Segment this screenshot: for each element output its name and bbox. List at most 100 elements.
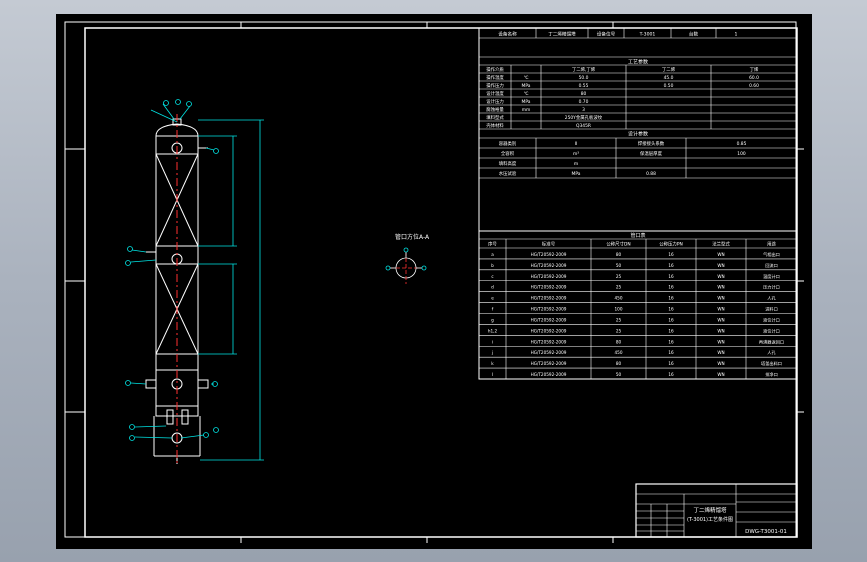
balloon-c <box>186 101 192 107</box>
nozzle-cell: f <box>492 307 494 312</box>
nozzle-cell: 25 <box>616 285 622 290</box>
process-cell: 丁二烯 <box>662 66 676 73</box>
nozzle-cell: a <box>491 252 494 257</box>
spec-cell: 全容积 <box>501 150 515 157</box>
nozzle-cell: HG/T20592-2009 <box>531 285 567 290</box>
spec-cell: 0.88 <box>646 171 656 177</box>
nozzle-cell: 25 <box>616 274 622 279</box>
nozzle-cell: 16 <box>668 263 674 268</box>
process-cell: 操作温度 <box>486 74 504 81</box>
nozzle-cell: WN <box>717 317 724 322</box>
process-cell: 0.60 <box>749 83 759 89</box>
nozzle-column-header: 标准号 <box>542 241 556 248</box>
nozzle-cell: HG/T20592-2009 <box>531 317 567 322</box>
nozzle-cell: WN <box>717 296 724 301</box>
nozzle-cell: 进料口 <box>765 306 778 313</box>
balloon-b <box>175 99 181 105</box>
process-cell: ℃ <box>524 75 529 81</box>
spec-cell: 容器类别 <box>499 140 517 147</box>
nozzle-cell: d <box>491 285 494 290</box>
spec-cell: m <box>574 162 578 167</box>
process-cell: 壳体材料 <box>486 122 504 129</box>
nozzle-cell: h1,2 <box>488 328 498 333</box>
process-cell: 3 <box>582 107 585 113</box>
nozzle-cell: 16 <box>668 361 674 366</box>
process-cell: 设计压力 <box>486 98 504 105</box>
nozzle-cell: 16 <box>668 328 674 333</box>
header-cell: 1 <box>735 32 738 38</box>
nozzle-cell: 16 <box>668 274 674 279</box>
process-cell: 腐蚀裕量 <box>486 106 504 113</box>
nozzle-column-header: 用途 <box>767 241 776 248</box>
spec-cell: m³ <box>573 151 579 157</box>
nozzle-cell: 50 <box>616 263 622 268</box>
nozzle-cell: 压力计口 <box>763 284 780 291</box>
balloon-k <box>203 432 209 438</box>
nozzle-cell: 50 <box>616 372 622 377</box>
nozzle-cell: 100 <box>615 307 623 312</box>
nozzle-cell: 16 <box>668 252 674 257</box>
nozzle-column-header: 公称压力PN <box>659 241 683 248</box>
header-cell: 丁二烯精馏塔 <box>548 31 576 38</box>
nozzle-cell: 人孔 <box>767 349 776 356</box>
nozzle-column-header: 公称尺寸DN <box>606 241 630 248</box>
spec-cell: Ⅱ <box>575 141 577 147</box>
nozzle-cell: 16 <box>668 350 674 355</box>
process-cell: Q345R <box>576 123 591 129</box>
nozzle-cell: WN <box>717 252 724 257</box>
nozzle-cell: 回流口 <box>765 262 778 269</box>
nozzle-cell: k <box>491 361 494 366</box>
spec-cell: 填料高度 <box>499 160 517 167</box>
process-cell: ℃ <box>524 91 529 97</box>
nozzle-table: 管口表序号 标准号 公称尺寸DN 公称压力PN 法兰型式 用途 a HG/T20592-200… <box>478 230 798 380</box>
balloon-i <box>129 424 135 430</box>
nozzle-cell: 16 <box>668 317 674 322</box>
nozzle-cell: 16 <box>668 372 674 377</box>
nozzle-cell: 液位计口 <box>763 316 780 323</box>
nozzle-cell: WN <box>717 350 724 355</box>
nozzle-cell: 16 <box>668 285 674 290</box>
nozzle-cell: 16 <box>668 307 674 312</box>
nozzle-cell: 16 <box>668 339 674 344</box>
process-cell: 45.0 <box>664 75 674 81</box>
spec-cell: 保温层厚度 <box>640 150 663 157</box>
nozzle-cell: HG/T20592-2009 <box>531 339 567 344</box>
nozzle-cell: WN <box>717 339 724 344</box>
balloon-l <box>213 427 219 433</box>
balloon-j <box>129 435 135 441</box>
spec-section-title: 设计参数 <box>628 131 648 138</box>
cad-viewport[interactable]: 管口方位A-A 设备名称 丁二烯精馏塔 设备位号 T-3001 台数 1 工艺参数 操作介质丁… <box>56 14 812 549</box>
nozzle-cell: g <box>491 317 494 322</box>
nozzle-cell: 25 <box>616 317 622 322</box>
nozzle-cell: 再沸器返回口 <box>759 338 784 345</box>
header-cell: 台数 <box>689 31 699 38</box>
header-cell: 设备名称 <box>498 31 517 38</box>
nozzle-cell: WN <box>717 361 724 366</box>
nozzle-cell: 25 <box>616 328 622 333</box>
nozzle-cell: HG/T20592-2009 <box>531 361 567 366</box>
nozzle-orientation-view <box>385 247 427 284</box>
process-cell: 操作介质 <box>486 66 504 73</box>
balloon-a <box>163 100 169 106</box>
process-cell: 80 <box>581 91 587 97</box>
nozzle-cell: HG/T20592-2009 <box>531 296 567 301</box>
nozzle-cell: WN <box>717 274 724 279</box>
nozzle-cell: HG/T20592-2009 <box>531 274 567 279</box>
nozzle-cell: 塔釜出料口 <box>761 360 782 367</box>
process-cell: 操作压力 <box>486 82 504 89</box>
nozzle-cell: HG/T20592-2009 <box>531 307 567 312</box>
nozzle-cell: 80 <box>616 361 622 366</box>
spec-cell: MPa <box>572 171 581 177</box>
spec-cell: 焊接接头系数 <box>638 140 665 147</box>
process-cell: 0.55 <box>579 83 589 89</box>
nozzle-cell: 450 <box>615 350 623 355</box>
nozzle-cell: 80 <box>616 252 622 257</box>
spec-cell: 100 <box>737 151 746 157</box>
spec-cell: 水压试验 <box>499 170 517 177</box>
nozzle-cell: HG/T20592-2009 <box>531 252 567 257</box>
drawing-number: DWG-T3001-01 <box>745 529 787 535</box>
header-cell: T-3001 <box>639 32 656 38</box>
drawing-title-line2: (T-3001)工艺条件图 <box>687 516 733 523</box>
nozzle-cell: 排净口 <box>765 371 778 378</box>
general-data-table: 设备名称 丁二烯精馏塔 设备位号 T-3001 台数 1 工艺参数操作介质 丁二烯,丁烯 丁二烯… <box>478 27 798 232</box>
